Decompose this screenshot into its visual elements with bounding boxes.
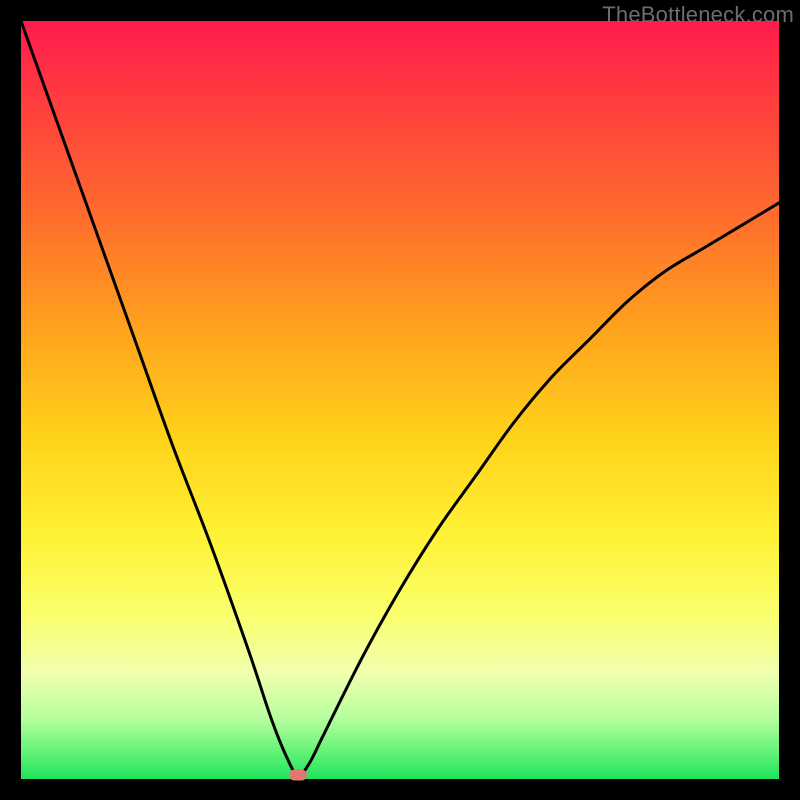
- chart-plot-area: [21, 21, 779, 779]
- watermark-text: TheBottleneck.com: [602, 2, 794, 28]
- curve-line: [21, 21, 779, 775]
- bottleneck-curve: [21, 21, 779, 779]
- minimum-marker: [289, 770, 307, 781]
